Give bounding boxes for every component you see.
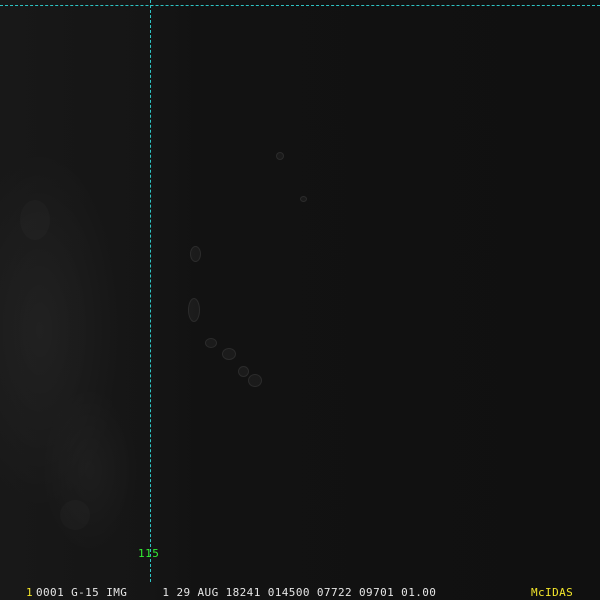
cloud-feature bbox=[205, 338, 217, 348]
cloud-feature bbox=[190, 246, 201, 262]
cloud-feature bbox=[300, 196, 307, 202]
cloud-feature bbox=[276, 152, 284, 160]
cloud-feature bbox=[238, 366, 249, 377]
cloud-feature bbox=[20, 200, 50, 240]
cloud-feature bbox=[60, 500, 90, 530]
image-info-text: 0001 G-15 IMG 1 29 AUG 18241 014500 0772… bbox=[36, 586, 437, 599]
status-bar: 1 0001 G-15 IMG 1 29 AUG 18241 014500 07… bbox=[0, 585, 600, 600]
frame-number: 1 bbox=[26, 586, 34, 599]
latitude-gridline bbox=[0, 5, 600, 6]
cloud-feature bbox=[222, 348, 236, 360]
satellite-image-viewer: 115 1 0001 G-15 IMG 1 29 AUG 18241 01450… bbox=[0, 0, 600, 600]
cloud-feature bbox=[188, 298, 200, 322]
cloud-feature bbox=[248, 374, 262, 387]
mcidas-brand: McIDAS bbox=[531, 586, 574, 599]
longitude-label: 115 bbox=[138, 547, 160, 560]
longitude-gridline bbox=[150, 0, 151, 582]
